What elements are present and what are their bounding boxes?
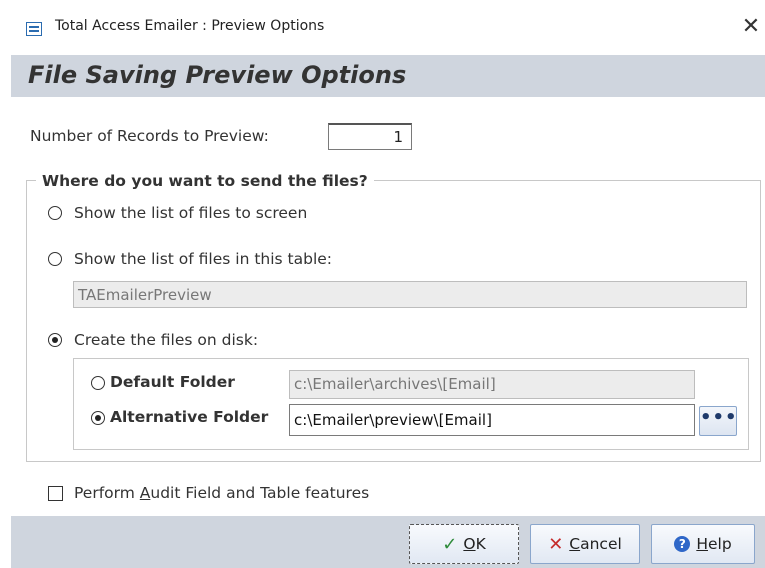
records-label: Number of Records to Preview: (30, 127, 269, 145)
checkmark-icon: ✓ (442, 533, 458, 555)
audit-label-accel: A (139, 484, 151, 502)
ellipsis-icon: ••• (700, 407, 738, 428)
default-folder-label[interactable]: Default Folder (110, 373, 235, 391)
help-icon: ? (674, 536, 691, 552)
audit-label[interactable]: Perform Audit Field and Table features (74, 484, 369, 502)
help-accel: H (696, 535, 708, 553)
audit-checkbox[interactable] (48, 486, 63, 501)
browse-button[interactable]: ••• (699, 406, 737, 436)
table-name-field[interactable]: TAEmailerPreview (73, 281, 747, 308)
cancel-button[interactable]: ✕ Cancel (530, 524, 640, 564)
help-label: Help (696, 535, 731, 553)
radio-default-folder[interactable] (91, 376, 105, 390)
radio-disk-label[interactable]: Create the files on disk: (74, 331, 258, 349)
x-icon: ✕ (548, 533, 564, 555)
cancel-accel: C (569, 535, 581, 553)
help-rest: elp (707, 535, 732, 553)
radio-alternative-folder[interactable] (91, 411, 105, 425)
radio-table-label[interactable]: Show the list of files in this table: (74, 250, 332, 268)
alternative-folder-field[interactable]: c:\Emailer\preview\[Email] (289, 404, 695, 436)
window-title: Total Access Emailer : Preview Options (55, 18, 325, 34)
cancel-label: Cancel (569, 535, 622, 553)
radio-disk[interactable] (48, 333, 62, 347)
default-folder-field[interactable]: c:\Emailer\archives\[Email] (289, 370, 695, 399)
radio-screen-label[interactable]: Show the list of files to screen (74, 204, 307, 222)
ok-label: OK (463, 535, 485, 553)
page-title: File Saving Preview Options (28, 61, 407, 89)
radio-table[interactable] (48, 252, 62, 266)
audit-label-before: Perform (74, 484, 140, 502)
alternative-folder-label[interactable]: Alternative Folder (110, 408, 268, 426)
cancel-rest: ancel (580, 535, 622, 553)
form-icon (26, 22, 42, 36)
ok-button[interactable]: ✓ OK (409, 524, 519, 564)
records-input[interactable]: 1 (328, 123, 412, 150)
help-button[interactable]: ? Help (651, 524, 755, 564)
close-icon[interactable]: ✕ (740, 14, 762, 40)
radio-screen[interactable] (48, 206, 62, 220)
audit-label-after: udit Field and Table features (150, 484, 370, 502)
destination-legend: Where do you want to send the files? (36, 172, 374, 190)
header-band: File Saving Preview Options (11, 55, 765, 97)
ok-rest: K (475, 535, 486, 553)
ok-accel: O (463, 535, 476, 553)
